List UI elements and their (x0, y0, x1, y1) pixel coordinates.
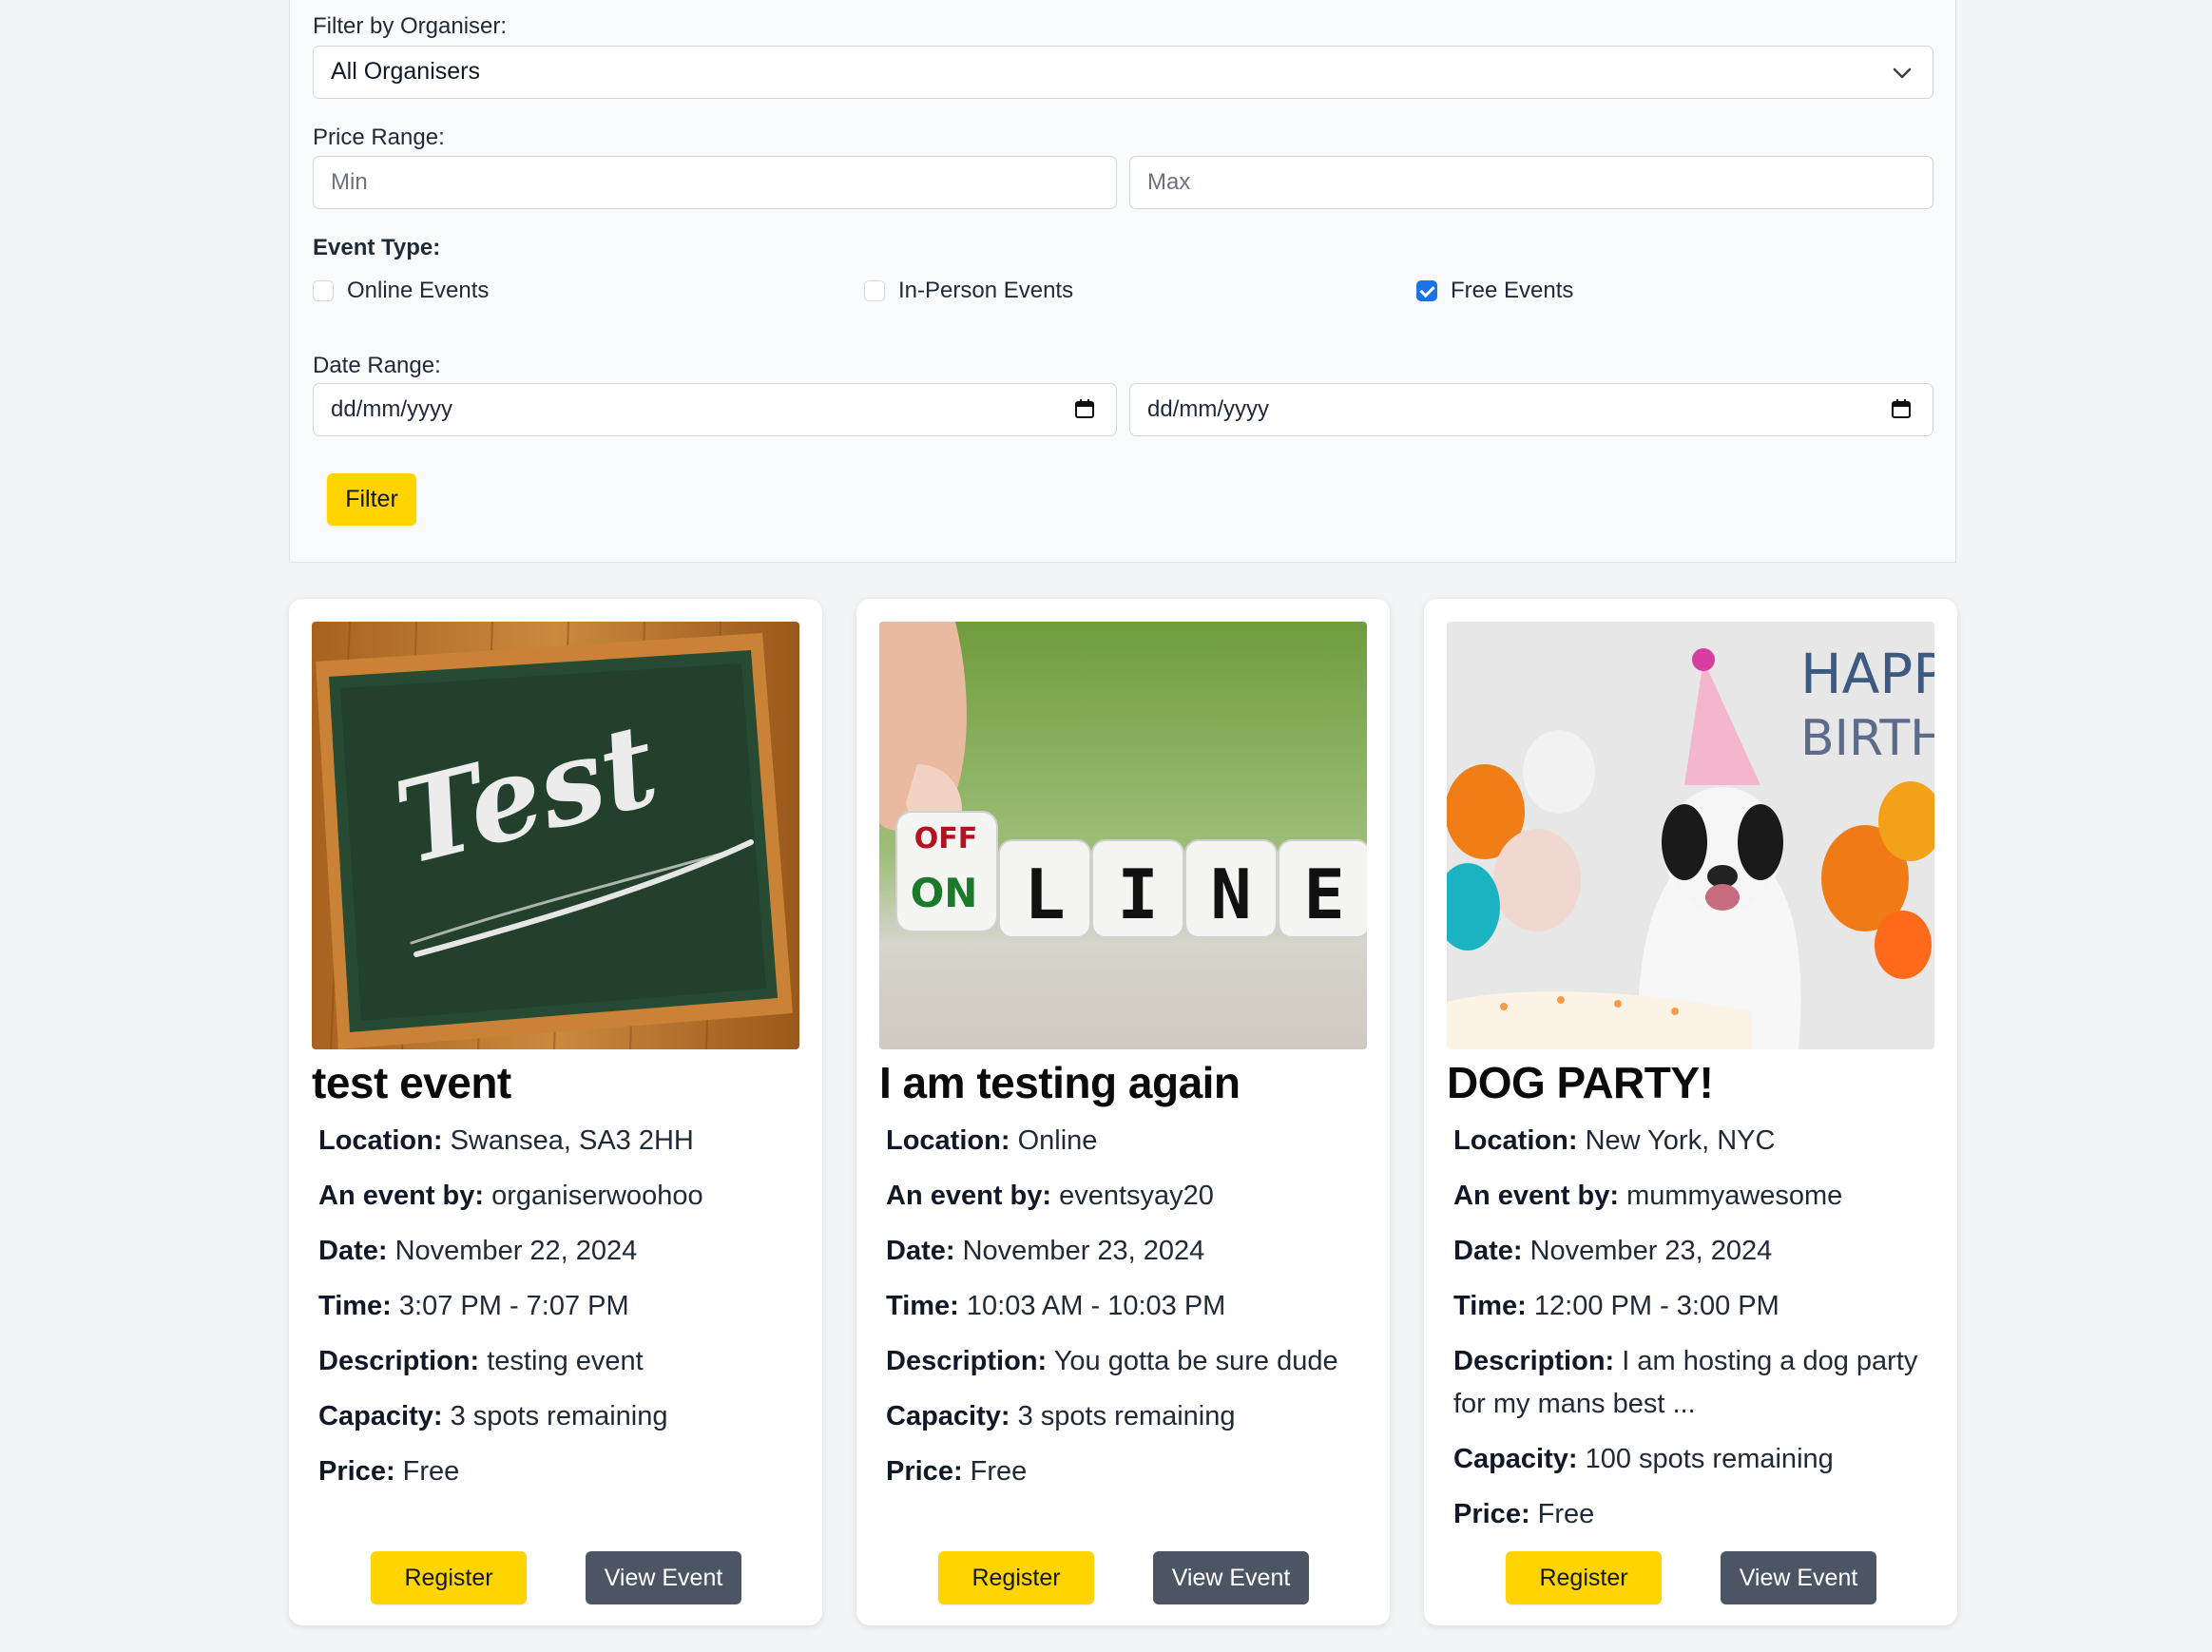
checkbox-label: In-Person Events (898, 278, 1074, 303)
event-card: HAPP BIRTHDA DOG PARTY! Location: New Yo… (1424, 599, 1957, 1625)
event-date: Date: November 22, 2024 (318, 1236, 638, 1266)
register-button[interactable]: Register (371, 1551, 527, 1604)
event-details: Location: Swansea, SA3 2HH An event by: … (318, 1120, 794, 1506)
event-date: Date: November 23, 2024 (1453, 1236, 1773, 1266)
event-location: Location: Online (886, 1125, 1098, 1156)
view-event-button[interactable]: View Event (1721, 1551, 1876, 1604)
chalkboard-test-image: Test (312, 622, 799, 1049)
dice-letter: E (1303, 855, 1344, 934)
event-title: I am testing again (879, 1058, 1241, 1107)
register-button[interactable]: Register (1506, 1551, 1662, 1604)
free-events-checkbox[interactable]: Free Events (1416, 278, 1573, 304)
date-end-value: dd/mm/yyyy (1147, 396, 1270, 422)
view-event-button[interactable]: View Event (1153, 1551, 1309, 1604)
date-end-input[interactable]: dd/mm/yyyy (1129, 383, 1933, 436)
price-max-input[interactable] (1129, 156, 1933, 209)
calendar-icon[interactable] (1074, 398, 1095, 419)
event-details: Location: Online An event by: eventsyay2… (886, 1120, 1361, 1506)
checkbox-unchecked-icon[interactable] (864, 280, 885, 301)
event-details: Location: New York, NYC An event by: mum… (1453, 1120, 1929, 1548)
event-capacity: Capacity: 100 spots remaining (1453, 1444, 1834, 1474)
filter-button[interactable]: Filter (327, 473, 416, 526)
event-location: Location: Swansea, SA3 2HH (318, 1125, 694, 1156)
chevron-down-icon (1893, 47, 1912, 97)
event-description: Description: I am hosting a dog party fo… (1453, 1346, 1918, 1419)
checkbox-checked-icon[interactable] (1416, 280, 1437, 301)
event-organiser: An event by: organiserwoohoo (318, 1181, 703, 1211)
event-time: Time: 12:00 PM - 3:00 PM (1453, 1291, 1779, 1321)
event-capacity: Capacity: 3 spots remaining (318, 1401, 668, 1431)
dog-birthday-image: HAPP BIRTHDA (1447, 622, 1934, 1049)
register-button[interactable]: Register (938, 1551, 1094, 1604)
event-price: Price: Free (886, 1456, 1028, 1487)
dice-letter: L (1024, 855, 1065, 934)
event-capacity: Capacity: 3 spots remaining (886, 1401, 1236, 1431)
dice-text-on: ON (911, 870, 978, 916)
calendar-icon[interactable] (1891, 398, 1912, 419)
organiser-filter-label: Filter by Organiser: (313, 13, 508, 39)
event-card: OFF ON L I N E I am testing again Locati… (856, 599, 1390, 1625)
event-description: Description: testing event (318, 1346, 644, 1376)
event-organiser: An event by: eventsyay20 (886, 1181, 1214, 1211)
dice-text-off: OFF (914, 822, 978, 855)
price-min-input[interactable] (313, 156, 1117, 209)
event-location: Location: New York, NYC (1453, 1125, 1776, 1156)
banner-text: HAPP (1800, 642, 1934, 706)
price-range-label: Price Range: (313, 125, 445, 150)
online-dice-image: OFF ON L I N E (879, 622, 1367, 1049)
in-person-events-checkbox[interactable]: In-Person Events (864, 278, 1073, 304)
date-start-value: dd/mm/yyyy (331, 396, 453, 422)
checkbox-label: Free Events (1451, 278, 1574, 303)
event-type-label: Event Type: (313, 235, 441, 260)
event-card: Test test event Location: Swansea, SA3 2… (289, 599, 822, 1625)
checkbox-unchecked-icon[interactable] (313, 280, 334, 301)
banner-text: BIRTHDA (1800, 710, 1934, 767)
event-price: Price: Free (1453, 1499, 1595, 1529)
date-range-label: Date Range: (313, 353, 441, 378)
event-organiser: An event by: mummyawesome (1453, 1181, 1843, 1211)
date-start-input[interactable]: dd/mm/yyyy (313, 383, 1117, 436)
dice-letter: N (1210, 855, 1251, 934)
view-event-button[interactable]: View Event (586, 1551, 741, 1604)
event-title: test event (312, 1058, 511, 1107)
dice-letter: I (1117, 855, 1158, 934)
event-price: Price: Free (318, 1456, 460, 1487)
event-date: Date: November 23, 2024 (886, 1236, 1205, 1266)
checkbox-label: Online Events (347, 278, 490, 303)
event-title: DOG PARTY! (1447, 1058, 1714, 1107)
organiser-select-value: All Organisers (331, 58, 480, 85)
event-description: Description: You gotta be sure dude (886, 1346, 1338, 1376)
organiser-select[interactable]: All Organisers (313, 46, 1933, 99)
event-time: Time: 10:03 AM - 10:03 PM (886, 1291, 1226, 1321)
event-time: Time: 3:07 PM - 7:07 PM (318, 1291, 629, 1321)
online-events-checkbox[interactable]: Online Events (313, 278, 489, 304)
